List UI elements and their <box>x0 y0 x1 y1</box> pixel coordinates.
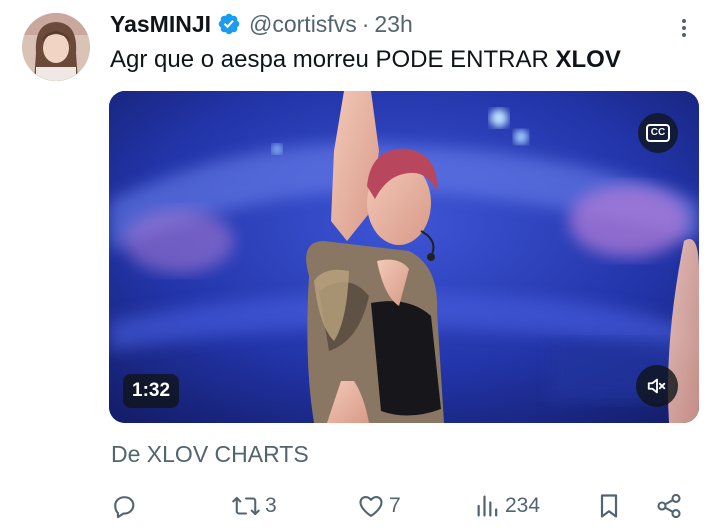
avatar[interactable] <box>22 13 90 81</box>
share-button[interactable] <box>655 488 683 524</box>
action-bar: 3 7 234 <box>0 488 720 524</box>
display-name[interactable]: YasMINJI <box>110 11 211 38</box>
video-duration: 1:32 <box>123 374 180 408</box>
like-count: 7 <box>389 494 401 517</box>
bookmark-button[interactable] <box>596 488 622 524</box>
video-frame <box>109 91 699 423</box>
tweet-text-bold: XLOV <box>555 46 621 73</box>
like-button[interactable]: 7 <box>357 488 401 524</box>
more-options-icon[interactable] <box>674 16 694 40</box>
reply-button[interactable] <box>110 488 138 524</box>
user-handle[interactable]: @cortisfvs <box>249 11 357 38</box>
tweet-text: Agr que o aespa morreu PODE ENTRAR XLOV <box>110 46 621 74</box>
share-icon <box>657 493 681 519</box>
views-button[interactable]: 234 <box>475 488 540 524</box>
avatar-image <box>22 13 90 81</box>
media-source-link[interactable]: De XLOV CHARTS <box>111 441 309 468</box>
views-count: 234 <box>505 494 541 517</box>
captions-button[interactable]: CC <box>638 113 678 153</box>
retweet-button[interactable]: 3 <box>231 488 277 524</box>
timestamp[interactable]: 23h <box>374 11 412 38</box>
tweet-text-main: Agr que o aespa morreu PODE ENTRAR <box>110 46 556 73</box>
views-chart-icon <box>477 495 498 517</box>
verified-badge-icon[interactable] <box>217 12 241 36</box>
bookmark-icon <box>600 494 618 518</box>
video-player[interactable]: CC 1:32 <box>109 91 699 423</box>
retweet-icon <box>232 496 260 516</box>
muted-speaker-icon <box>647 378 666 394</box>
captions-icon: CC <box>645 124 671 142</box>
heart-icon <box>359 495 383 517</box>
tweet-header: YasMINJI @cortisfvs · 23h <box>110 8 413 40</box>
reply-icon <box>114 496 135 519</box>
mute-button[interactable] <box>636 365 678 407</box>
separator-dot: · <box>361 10 370 37</box>
retweet-count: 3 <box>265 494 277 517</box>
